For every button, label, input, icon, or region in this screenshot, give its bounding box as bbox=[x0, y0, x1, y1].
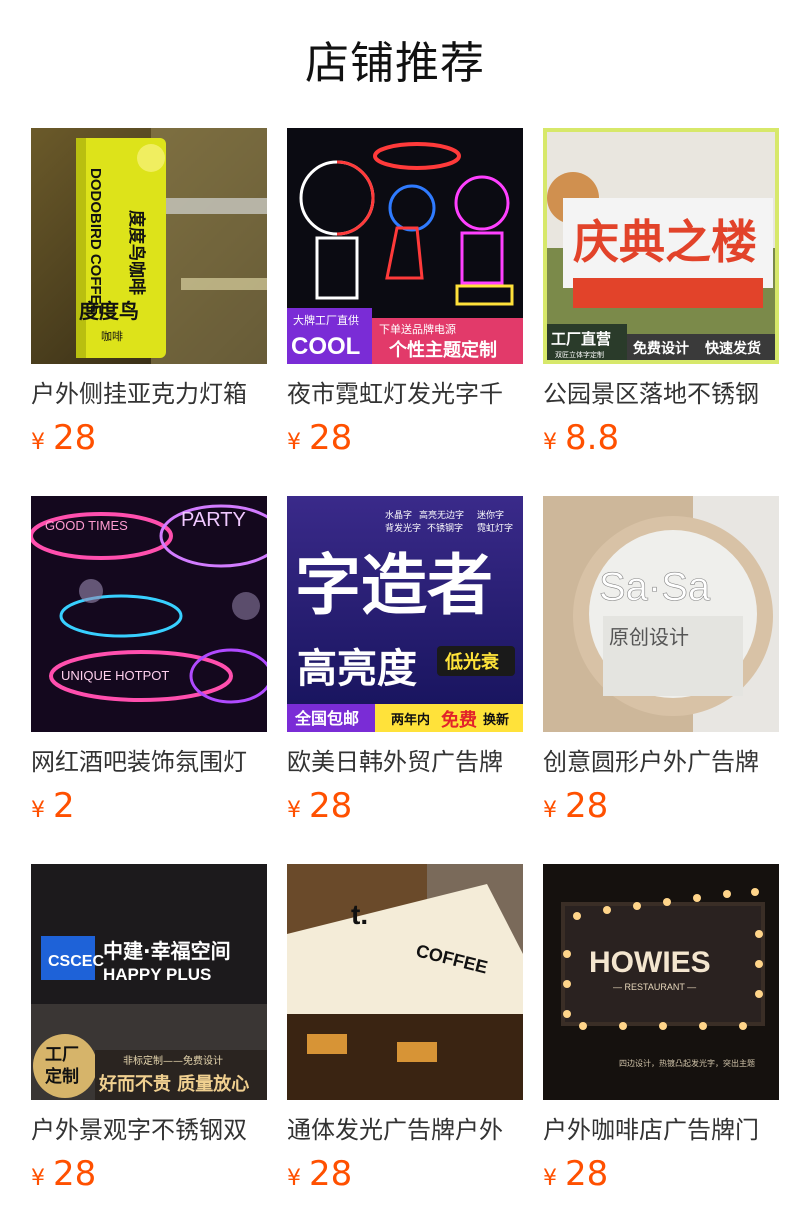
product-image[interactable]: DODOBIRD COFFEE 度度鸟咖啡 度度鸟 咖啡 bbox=[31, 128, 267, 364]
banner-cool-text: COOL bbox=[291, 333, 360, 360]
product-image[interactable]: t. COFFEE bbox=[287, 864, 523, 1100]
free-design-text: 免费设计 bbox=[633, 340, 689, 357]
free-text: 免费 bbox=[441, 709, 477, 731]
banner-right-text: 个性主题定制 bbox=[388, 339, 497, 361]
product-price: ¥28 bbox=[543, 1152, 608, 1196]
custom-text: 定制 bbox=[45, 1066, 79, 1087]
sign-caption-text: 四边设计，热镀凸起发光字，突出主题 bbox=[619, 1058, 755, 1068]
happy-en-text: HAPPY PLUS bbox=[103, 965, 211, 984]
sasa-logo-text: Sa·Sa bbox=[599, 565, 711, 609]
price-value: 28 bbox=[53, 1154, 97, 1194]
product-name[interactable]: 夜市霓虹灯发光字千 bbox=[287, 374, 523, 414]
price-value: 28 bbox=[309, 786, 353, 826]
currency-symbol: ¥ bbox=[287, 430, 301, 455]
monument-text: 庆典之楼 bbox=[573, 215, 757, 269]
quality-text: 好而不贵 质量放心 bbox=[98, 1073, 249, 1095]
product-image[interactable]: 水晶字 高亮无边字 迷你字 背发光字 不锈钢字 霓虹灯字 字造者 高亮度 低光衰… bbox=[287, 496, 523, 732]
currency-symbol: ¥ bbox=[287, 1166, 301, 1191]
fast-ship-text: 快速发货 bbox=[705, 340, 761, 357]
price-value: 8.8 bbox=[565, 418, 620, 458]
banner-left-text: 大牌工厂直供 bbox=[293, 313, 359, 327]
cscec-logo-text: CSCEC bbox=[48, 953, 104, 970]
factory-badge-text: 工厂直营 bbox=[551, 330, 611, 348]
product-image[interactable]: 大牌工厂直供 COOL 下单送品牌电源 个性主题定制 bbox=[287, 128, 523, 364]
sign-sub-text: 咖啡 bbox=[101, 329, 123, 343]
neon-party: PARTY bbox=[181, 509, 246, 531]
tag-mini: 迷你字 bbox=[477, 509, 504, 521]
product-price: ¥28 bbox=[543, 784, 608, 828]
neon-unique: UNIQUE HOTPOT bbox=[61, 668, 169, 683]
tag-borderless: 高亮无边字 bbox=[419, 509, 464, 521]
sign-cn-text: 度度鸟咖啡 bbox=[126, 210, 147, 295]
factory-text: 工厂 bbox=[45, 1045, 79, 1065]
product-price: ¥28 bbox=[31, 1152, 96, 1196]
product-price: ¥8.8 bbox=[543, 416, 619, 460]
nonstandard-text: 非标定制——免费设计 bbox=[123, 1054, 223, 1067]
product-name[interactable]: 通体发光广告牌户外 bbox=[287, 1110, 523, 1150]
tag-backlit: 背发光字 bbox=[385, 522, 421, 534]
product-name[interactable]: 户外景观字不锈钢双 bbox=[31, 1110, 267, 1150]
free-shipping-text: 全国包邮 bbox=[294, 709, 359, 728]
currency-symbol: ¥ bbox=[31, 798, 45, 823]
price-value: 28 bbox=[309, 1154, 353, 1194]
high-brightness-text: 高亮度 bbox=[297, 646, 417, 692]
product-price: ¥28 bbox=[287, 784, 352, 828]
tdot-logo-text: t. bbox=[351, 899, 368, 930]
original-design-text: 原创设计 bbox=[609, 625, 689, 649]
sign-brand-text: DODOBIRD COFFEE bbox=[87, 168, 104, 315]
product-name[interactable]: 户外咖啡店广告牌门 bbox=[543, 1110, 779, 1150]
currency-symbol: ¥ bbox=[543, 430, 557, 455]
price-value: 28 bbox=[53, 418, 97, 458]
sign-logo-text: 度度鸟 bbox=[79, 299, 139, 323]
page-title: 店铺推荐 bbox=[305, 38, 485, 89]
tag-crystal: 水晶字 bbox=[385, 509, 412, 521]
product-name[interactable]: 创意圆形户外广告牌 bbox=[543, 742, 779, 782]
product-price: ¥28 bbox=[287, 1152, 352, 1196]
tag-steel: 不锈钢字 bbox=[427, 522, 463, 534]
product-price: ¥28 bbox=[287, 416, 352, 460]
product-image[interactable]: CSCEC 中建·幸福空间 HAPPY PLUS 工厂 定制 非标定制——免费设… bbox=[31, 864, 267, 1100]
two-years-text: 两年内 bbox=[391, 712, 430, 728]
product-name[interactable]: 网红酒吧装饰氛围灯 bbox=[31, 742, 267, 782]
tag-neon: 霓虹灯字 bbox=[477, 522, 513, 534]
product-price: ¥2 bbox=[31, 784, 75, 828]
currency-symbol: ¥ bbox=[31, 1166, 45, 1191]
product-price: ¥28 bbox=[31, 416, 96, 460]
currency-symbol: ¥ bbox=[543, 798, 557, 823]
price-value: 28 bbox=[565, 1154, 609, 1194]
product-image[interactable]: HOWIES — RESTAURANT — 四边设计，热镀凸起发光字，突出主题 bbox=[543, 864, 779, 1100]
currency-symbol: ¥ bbox=[287, 798, 301, 823]
price-value: 2 bbox=[53, 786, 75, 826]
happy-cn-text: 中建·幸福空间 bbox=[103, 939, 231, 963]
currency-symbol: ¥ bbox=[543, 1166, 557, 1191]
factory-sub-text: 双匠立体字定制 bbox=[555, 350, 604, 359]
restaurant-text: — RESTAURANT — bbox=[613, 982, 696, 992]
low-decay-text: 低光衰 bbox=[444, 651, 500, 673]
product-image[interactable]: Sa·Sa 原创设计 bbox=[543, 496, 779, 732]
product-image[interactable]: GOOD TIMES PARTY UNIQUE HOTPOT bbox=[31, 496, 267, 732]
neon-good-times: GOOD TIMES bbox=[45, 518, 128, 533]
product-name[interactable]: 公园景区落地不锈钢 bbox=[543, 374, 779, 414]
big-brand-text: 字造者 bbox=[295, 547, 493, 624]
product-name[interactable]: 户外侧挂亚克力灯箱 bbox=[31, 374, 267, 414]
banner-right-small: 下单送品牌电源 bbox=[379, 322, 456, 336]
price-value: 28 bbox=[309, 418, 353, 458]
price-value: 28 bbox=[565, 786, 609, 826]
product-name[interactable]: 欧美日韩外贸广告牌 bbox=[287, 742, 523, 782]
replace-text: 换新 bbox=[483, 712, 509, 728]
product-image[interactable]: 庆典之楼 工厂直营 双匠立体字定制 免费设计 快速发货 bbox=[543, 128, 779, 364]
howies-text: HOWIES bbox=[589, 946, 711, 979]
currency-symbol: ¥ bbox=[31, 430, 45, 455]
